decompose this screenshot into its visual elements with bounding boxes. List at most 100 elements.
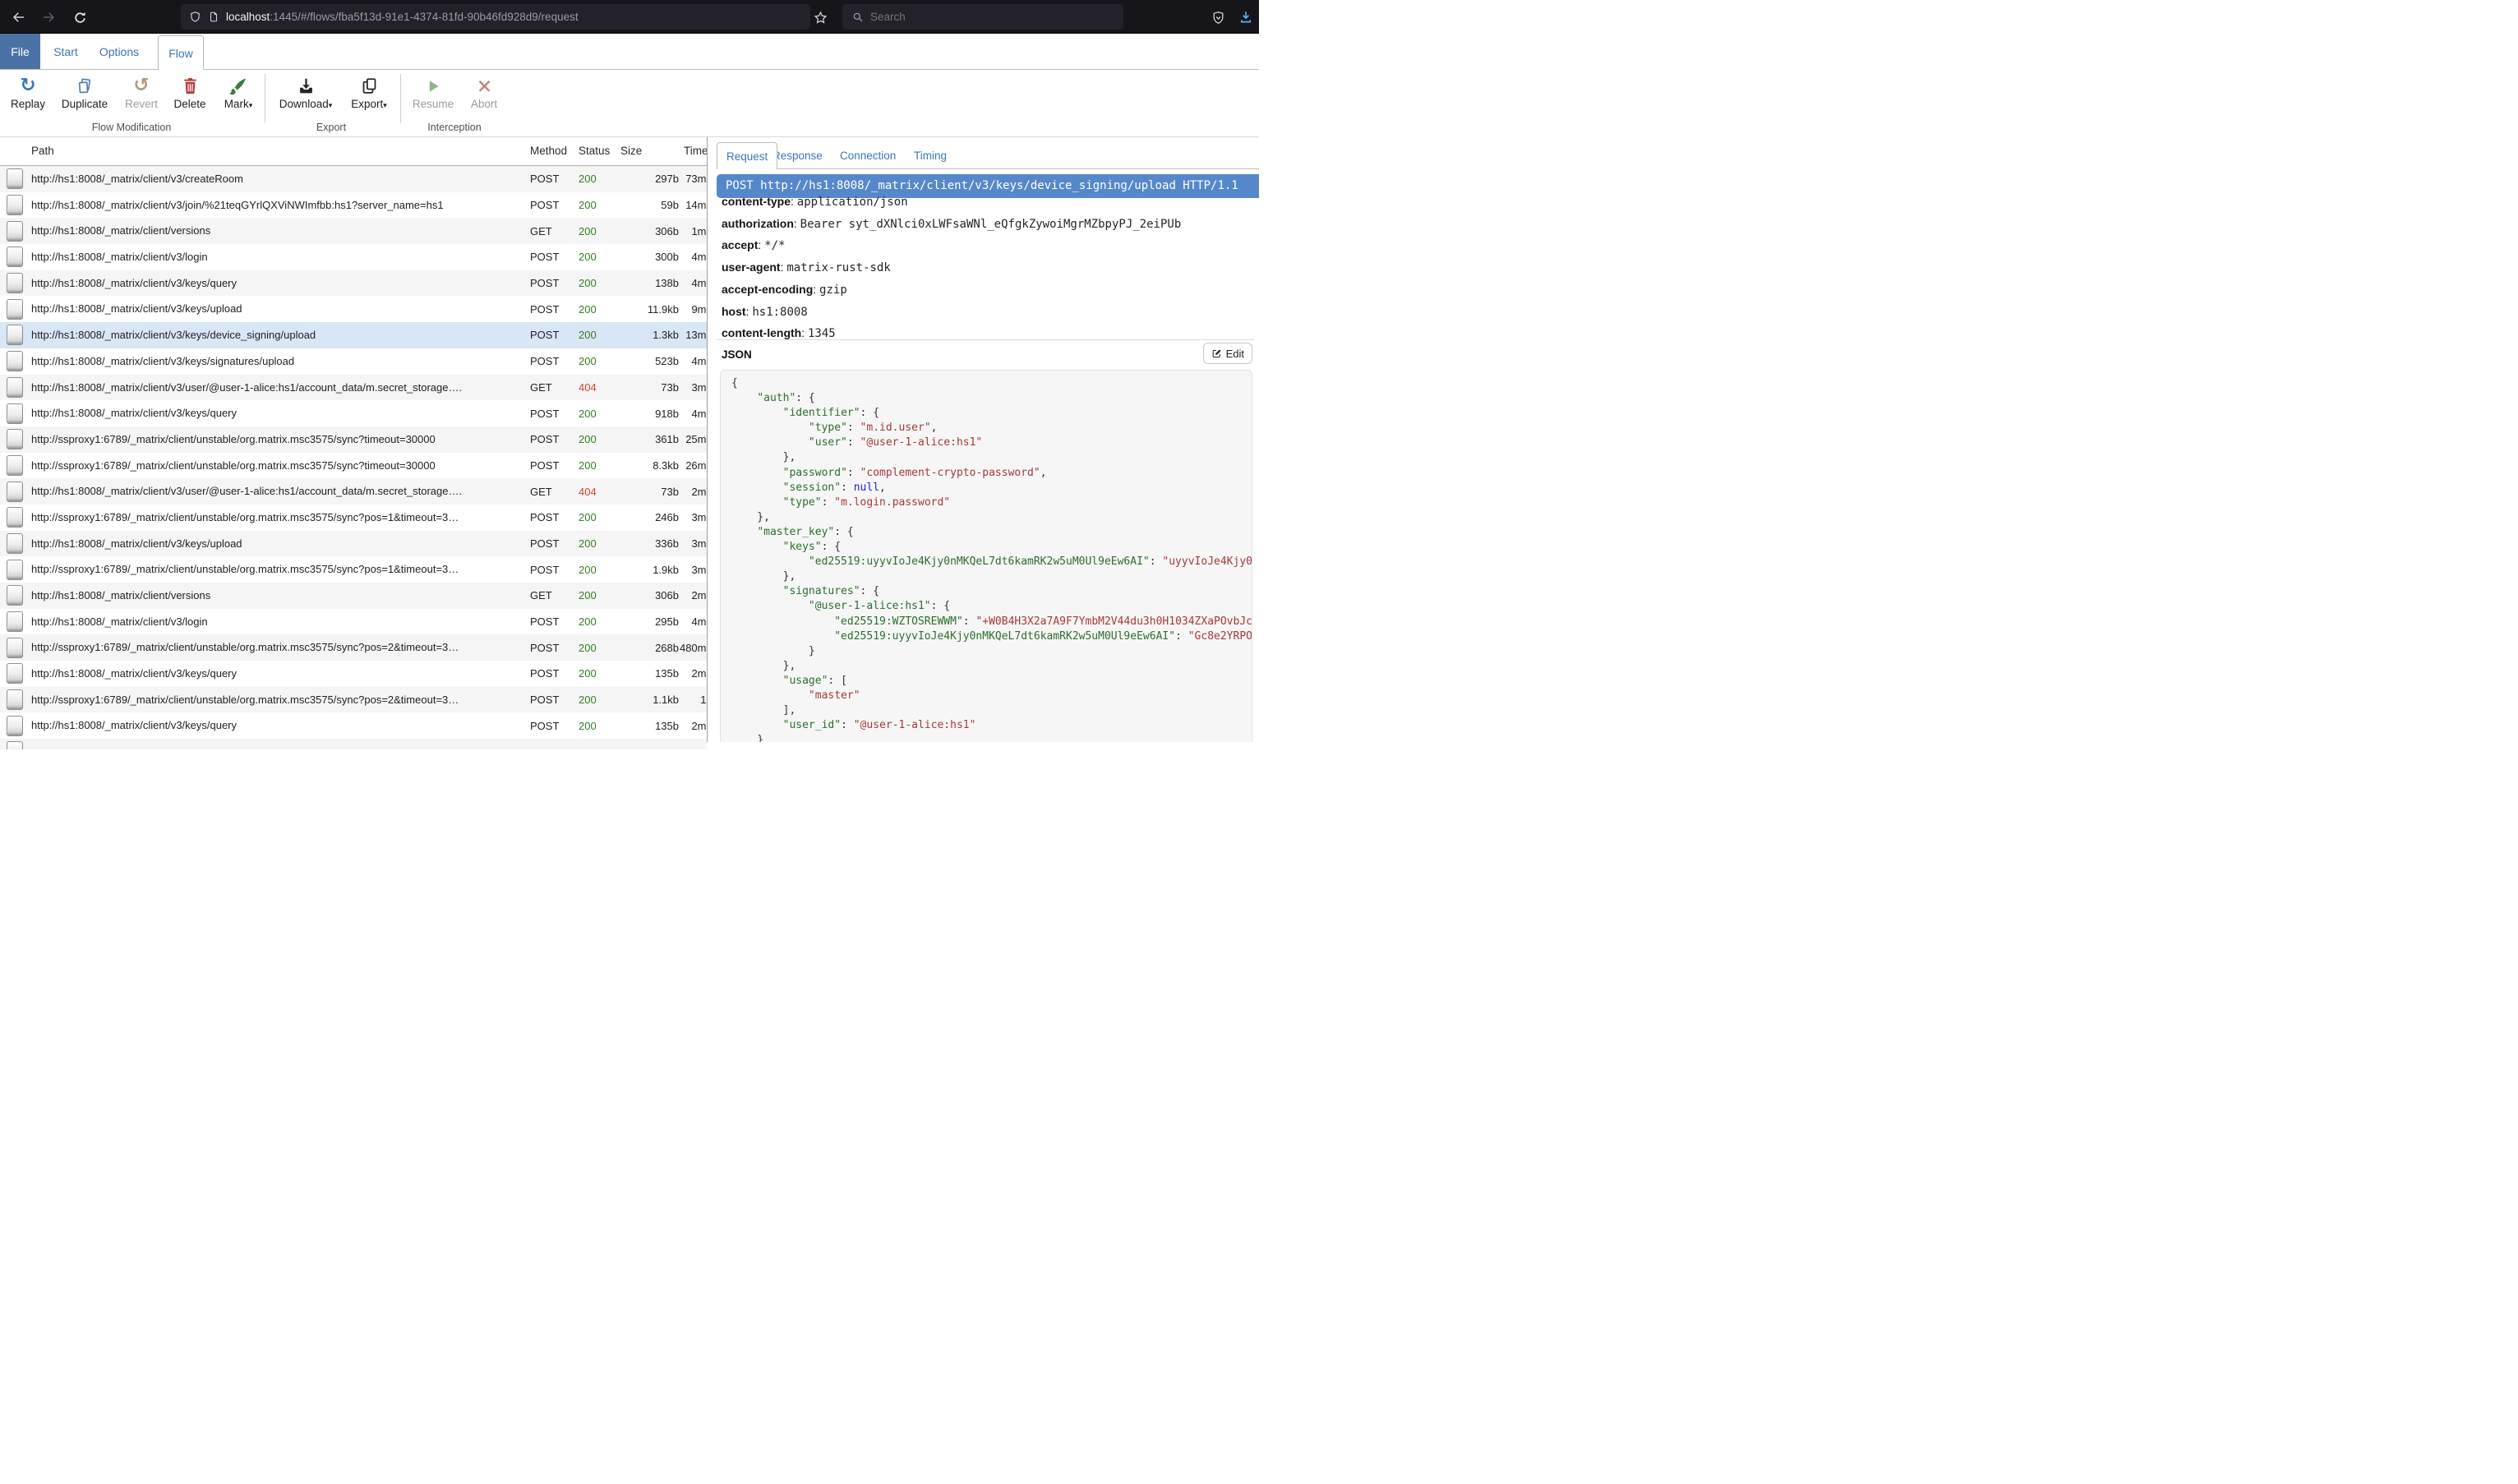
flow-size: 306b — [608, 218, 679, 244]
flow-method: POST — [530, 661, 559, 687]
json-line: "usage": [ — [731, 674, 1252, 689]
flow-time: 2ms — [679, 712, 707, 739]
flow-method: POST — [530, 166, 559, 192]
flow-detail-panel: Request Response Connection Timing POST … — [717, 137, 1259, 742]
flow-row[interactable]: http://hs1:8008/_matrix/client/v3/loginP… — [0, 609, 707, 635]
panel-divider — [707, 137, 708, 742]
reload-button[interactable] — [68, 6, 91, 29]
edit-button[interactable]: Edit — [1203, 343, 1252, 364]
tracking-shield-icon[interactable] — [189, 11, 201, 23]
menu-item-flow-active[interactable]: Flow — [158, 35, 204, 70]
request-header: content-length: 1345 — [722, 323, 1256, 345]
flow-row[interactable]: http://hs1:8008/_matrix/client/v3/loginP… — [0, 244, 707, 270]
flow-path: http://hs1:8008/_matrix/client/v3/keys/q… — [31, 400, 528, 426]
flow-method: POST — [530, 348, 559, 375]
tab-timing[interactable]: Timing — [914, 142, 947, 168]
document-icon — [7, 218, 23, 244]
flow-row[interactable]: http://ssproxy1:6789/_matrix/client/unst… — [0, 687, 707, 713]
json-line: }, — [731, 510, 1252, 525]
bookmark-star-button[interactable] — [809, 6, 832, 29]
duplicate-button[interactable]: Duplicate — [53, 75, 116, 110]
flow-row[interactable]: http://ssproxy1:6789/_matrix/client/unst… — [0, 556, 707, 583]
download-button[interactable]: Download▾ — [274, 75, 337, 110]
flow-status: 404 — [579, 478, 597, 505]
flow-status: 200 — [579, 166, 597, 192]
document-icon — [7, 244, 23, 270]
tab-request[interactable]: Request — [717, 142, 777, 169]
flow-row[interactable]: http://hs1:8008/_matrix/client/v3/create… — [0, 166, 707, 192]
flow-row[interactable]: http://hs1:8008/_matrix/client/v3/keys/d… — [0, 322, 707, 348]
flow-row[interactable]: http://hs1:8008/_matrix/client/v3/join/%… — [0, 192, 707, 219]
mark-button[interactable]: Mark▾ — [207, 75, 270, 110]
flow-row[interactable]: http://hs1:8008/_matrix/client/v3/keys/s… — [0, 348, 707, 375]
flow-size: 135b — [608, 712, 679, 739]
flow-path: http://hs1:8008/_matrix/client/v3/join/%… — [31, 192, 528, 219]
column-header-time[interactable]: Time — [684, 145, 708, 157]
flow-row[interactable]: http://hs1:8008/_matrix/client/v3/keys/q… — [0, 270, 707, 297]
url-bar[interactable]: localhost:1445/#/flows/fba5f13d-91e1-437… — [181, 4, 810, 30]
flow-row[interactable]: http://ssproxy1:6789/_matrix/client/unst… — [0, 426, 707, 453]
menu-item-options[interactable]: Options — [90, 34, 148, 69]
flow-path: http://hs1:8008/_matrix/client/v3/keys/q… — [31, 712, 528, 739]
flow-method: POST — [530, 531, 559, 557]
document-icon — [7, 556, 23, 583]
column-header-size[interactable]: Size — [620, 145, 642, 157]
flow-size: 297b — [608, 166, 679, 192]
flow-time: 3ms — [679, 556, 707, 583]
flow-row-partial[interactable] — [0, 739, 707, 749]
flow-row[interactable]: http://ssproxy1:6789/_matrix/client/unst… — [0, 453, 707, 479]
document-icon — [7, 296, 23, 322]
flow-row[interactable]: http://hs1:8008/_matrix/client/versionsG… — [0, 218, 707, 244]
flow-row[interactable]: http://hs1:8008/_matrix/client/v3/keys/q… — [0, 661, 707, 687]
flow-row[interactable]: http://ssproxy1:6789/_matrix/client/unst… — [0, 634, 707, 661]
flow-size: 268b — [608, 634, 679, 661]
column-header-path[interactable]: Path — [31, 145, 54, 157]
tab-connection[interactable]: Connection — [840, 142, 896, 168]
json-line: "ed25519:uyyvIoJe4Kjy0nMKQeL7dt6kamRK2w5… — [731, 629, 1252, 644]
menu-item-start[interactable]: Start — [41, 34, 90, 69]
flow-method: POST — [530, 270, 559, 297]
account-shield-button[interactable] — [1206, 6, 1229, 29]
back-button[interactable] — [7, 6, 30, 29]
flow-row[interactable]: http://hs1:8008/_matrix/client/v3/user/@… — [0, 478, 707, 505]
flow-status: 200 — [579, 661, 597, 687]
url-text: localhost:1445/#/flows/fba5f13d-91e1-437… — [226, 11, 579, 23]
flow-method: POST — [530, 634, 559, 661]
page-info-icon[interactable] — [208, 11, 219, 23]
search-bar[interactable] — [842, 4, 1123, 30]
flow-path: http://hs1:8008/_matrix/client/versions — [31, 583, 528, 609]
flow-time: 73ms — [679, 166, 707, 192]
flow-method: POST — [530, 192, 559, 219]
replay-button[interactable]: ↻ Replay — [0, 75, 59, 110]
headers-body-divider — [717, 339, 1254, 340]
flow-size: 918b — [608, 400, 679, 426]
flow-row[interactable]: http://hs1:8008/_matrix/client/v3/keys/u… — [0, 531, 707, 557]
json-line: "signatures": { — [731, 584, 1252, 599]
downloads-button[interactable] — [1234, 6, 1257, 29]
flow-row[interactable]: http://hs1:8008/_matrix/client/versionsG… — [0, 583, 707, 609]
flow-time: 1s — [679, 687, 707, 713]
json-line: } — [731, 644, 1252, 659]
column-header-method[interactable]: Method — [530, 145, 567, 157]
column-header-status[interactable]: Status — [579, 145, 610, 157]
tab-response[interactable]: Response — [772, 142, 823, 168]
search-input[interactable] — [870, 11, 1084, 23]
flow-method: GET — [530, 218, 552, 244]
flow-row[interactable]: http://hs1:8008/_matrix/client/v3/keys/q… — [0, 712, 707, 739]
json-line: "user_id": "@user-1-alice:hs1" — [731, 718, 1252, 733]
json-body: { "auth": { "identifier": { "type": "m.i… — [720, 370, 1252, 742]
flow-row[interactable]: http://hs1:8008/_matrix/client/v3/keys/q… — [0, 400, 707, 426]
menu-item-file[interactable]: File — [0, 34, 40, 69]
flow-size: 11.9kb — [608, 296, 679, 322]
request-headers: content-type: application/jsonauthorizat… — [722, 191, 1256, 345]
back-arrow-icon — [12, 10, 26, 25]
export-button[interactable]: Export▾ — [338, 75, 400, 110]
flow-row[interactable]: http://ssproxy1:6789/_matrix/client/unst… — [0, 505, 707, 531]
flow-row[interactable]: http://hs1:8008/_matrix/client/v3/user/@… — [0, 375, 707, 401]
flow-time: 26ms — [679, 453, 707, 479]
export-copy-icon — [338, 75, 400, 97]
forward-arrow-icon — [41, 10, 56, 25]
download-label: Download▾ — [274, 98, 337, 110]
flow-row[interactable]: http://hs1:8008/_matrix/client/v3/keys/u… — [0, 296, 707, 322]
downloads-icon — [1238, 10, 1253, 25]
